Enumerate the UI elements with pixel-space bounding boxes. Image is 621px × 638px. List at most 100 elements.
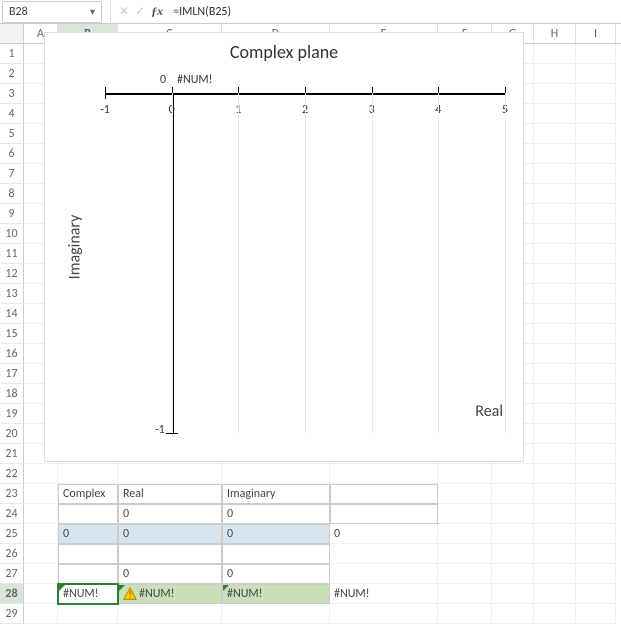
cell[interactable] [330, 504, 438, 524]
cell[interactable] [330, 464, 438, 484]
cell[interactable] [576, 164, 616, 184]
cell[interactable] [492, 544, 534, 564]
cell[interactable] [534, 44, 576, 64]
row-header[interactable]: 11 [0, 244, 24, 264]
cell[interactable] [576, 504, 616, 524]
cell[interactable] [576, 584, 616, 604]
cell[interactable] [534, 344, 576, 364]
row-header[interactable]: 14 [0, 304, 24, 324]
chevron-down-icon[interactable]: ▾ [90, 5, 95, 18]
cell[interactable]: #NUM! [58, 584, 118, 604]
row-header[interactable]: 15 [0, 324, 24, 344]
chart[interactable]: Complex plane Imaginary Real -1012345 -1… [44, 32, 524, 462]
cell[interactable] [576, 324, 616, 344]
cell[interactable] [576, 384, 616, 404]
row-header[interactable]: 29 [0, 604, 24, 624]
row-header[interactable]: 27 [0, 564, 24, 584]
cell[interactable] [534, 244, 576, 264]
row-header[interactable]: 2 [0, 64, 24, 84]
cell[interactable] [534, 544, 576, 564]
row-header[interactable]: 16 [0, 344, 24, 364]
cell[interactable] [534, 184, 576, 204]
cell[interactable]: Imaginary [222, 484, 330, 504]
cell[interactable] [534, 264, 576, 284]
cell[interactable] [24, 464, 58, 484]
cell[interactable] [534, 84, 576, 104]
select-all-corner[interactable] [0, 24, 24, 43]
cell[interactable] [576, 484, 616, 504]
cell[interactable] [576, 224, 616, 244]
cell[interactable] [576, 564, 616, 584]
cell[interactable]: 0 [222, 564, 330, 584]
cell[interactable] [492, 584, 534, 604]
cell[interactable] [24, 564, 58, 584]
cell[interactable]: 0 [118, 504, 222, 524]
row-header[interactable]: 8 [0, 184, 24, 204]
cell[interactable] [438, 564, 492, 584]
cell[interactable] [534, 484, 576, 504]
cell[interactable] [118, 604, 222, 624]
fx-icon[interactable]: ƒx [151, 4, 163, 19]
cell[interactable] [24, 584, 58, 604]
row-header[interactable]: 19 [0, 404, 24, 424]
cell[interactable] [58, 504, 118, 524]
row-header[interactable]: 13 [0, 284, 24, 304]
cell[interactable] [534, 564, 576, 584]
cell[interactable] [438, 584, 492, 604]
row-header[interactable]: 3 [0, 84, 24, 104]
row-header[interactable]: 6 [0, 144, 24, 164]
cell[interactable]: !#NUM! [118, 584, 222, 604]
cancel-icon[interactable]: ✕ [119, 4, 129, 19]
cell[interactable] [534, 224, 576, 244]
row-header[interactable]: 12 [0, 264, 24, 284]
cell[interactable] [118, 544, 222, 564]
cell[interactable] [438, 604, 492, 624]
cell[interactable] [330, 604, 438, 624]
row-header[interactable]: 17 [0, 364, 24, 384]
row-header[interactable]: 20 [0, 424, 24, 444]
cell[interactable] [24, 544, 58, 564]
cell[interactable] [576, 404, 616, 424]
cell[interactable] [534, 584, 576, 604]
cell[interactable] [438, 464, 492, 484]
cell[interactable] [534, 604, 576, 624]
cell[interactable] [534, 124, 576, 144]
cell[interactable] [438, 544, 492, 564]
cell[interactable] [438, 484, 492, 504]
cell[interactable] [118, 464, 222, 484]
cell[interactable] [576, 144, 616, 164]
cell[interactable] [222, 604, 330, 624]
cell[interactable] [58, 464, 118, 484]
cell[interactable]: 0 [330, 524, 438, 544]
cell[interactable]: 0 [118, 564, 222, 584]
cell[interactable] [576, 184, 616, 204]
cell[interactable] [534, 324, 576, 344]
cell[interactable] [492, 604, 534, 624]
cell[interactable] [222, 544, 330, 564]
cell[interactable] [438, 524, 492, 544]
cell[interactable]: 0 [58, 524, 118, 544]
cell[interactable] [492, 524, 534, 544]
cell[interactable] [576, 44, 616, 64]
row-header[interactable]: 4 [0, 104, 24, 124]
cell[interactable] [576, 544, 616, 564]
cell[interactable] [534, 504, 576, 524]
cell[interactable] [24, 484, 58, 504]
cell[interactable] [534, 104, 576, 124]
cell[interactable] [534, 404, 576, 424]
cell[interactable] [534, 384, 576, 404]
row-header[interactable]: 7 [0, 164, 24, 184]
cell[interactable] [492, 484, 534, 504]
column-header[interactable]: H [534, 24, 576, 43]
cell[interactable]: 0 [118, 524, 222, 544]
cell[interactable] [222, 464, 330, 484]
cell[interactable] [576, 284, 616, 304]
cell[interactable] [492, 564, 534, 584]
cell[interactable] [534, 304, 576, 324]
cell[interactable] [24, 524, 58, 544]
cell[interactable] [534, 204, 576, 224]
row-header[interactable]: 18 [0, 384, 24, 404]
row-header[interactable]: 10 [0, 224, 24, 244]
cell[interactable] [534, 284, 576, 304]
cell[interactable]: #NUM! [330, 584, 438, 604]
